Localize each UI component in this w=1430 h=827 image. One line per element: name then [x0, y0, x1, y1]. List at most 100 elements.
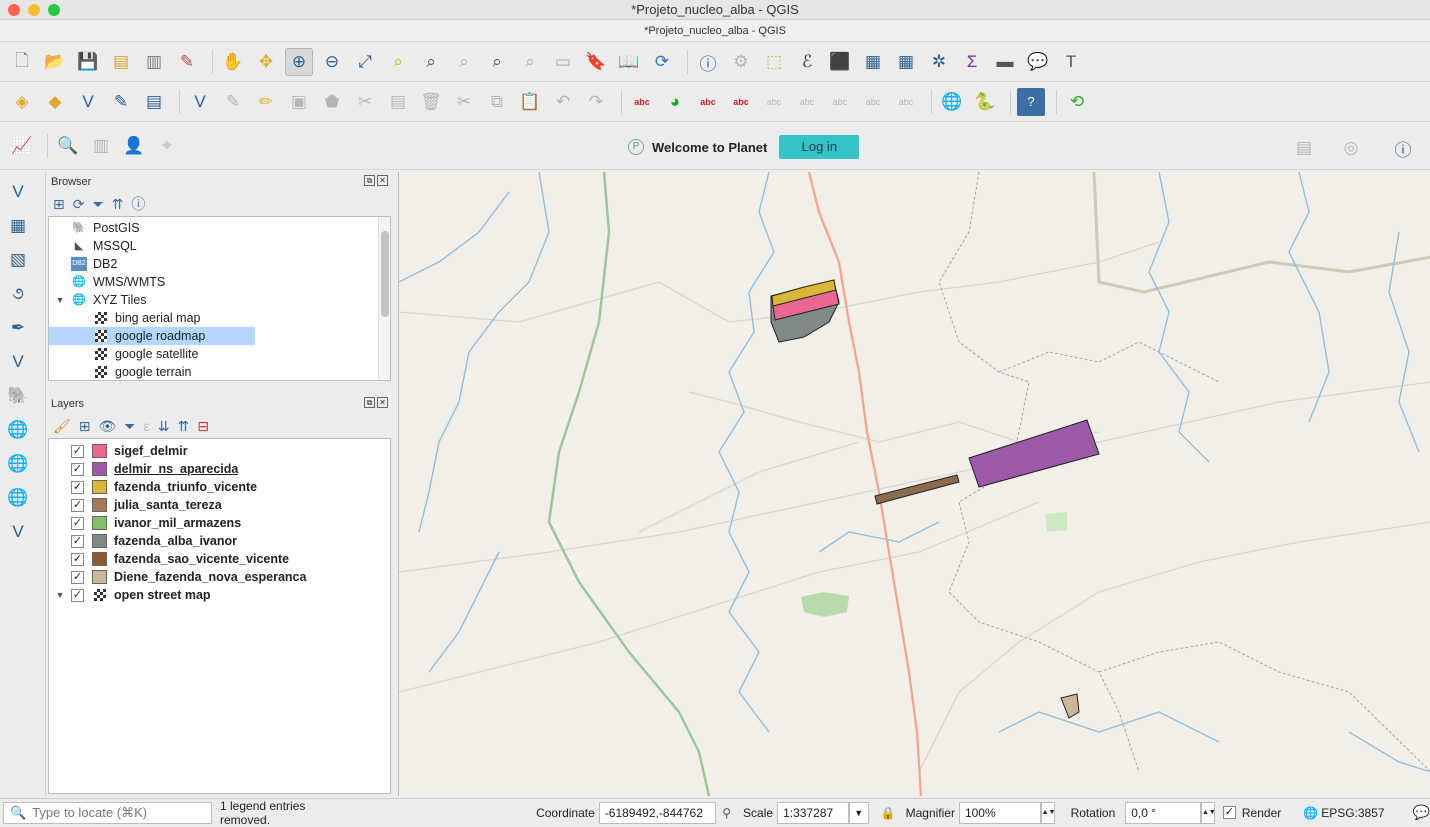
undo-icon[interactable]: ↶ [549, 88, 577, 116]
browser-item[interactable]: bing aerial map [49, 309, 390, 327]
cut-features-icon[interactable]: ✂ [450, 88, 478, 116]
select-features-icon[interactable]: ⬚ [760, 48, 788, 76]
add-raster-layer-icon[interactable]: ▦ [4, 212, 32, 240]
browser-item[interactable]: 🌐 WMS/WMTS [49, 273, 390, 291]
layer-symbol-swatch[interactable] [92, 462, 107, 476]
zoom-full-icon[interactable]: ⤢ [351, 48, 379, 76]
redo-icon[interactable]: ↷ [582, 88, 610, 116]
modify-attributes-icon[interactable]: ▤ [384, 88, 412, 116]
crs-button[interactable]: EPSG:3857 [1321, 806, 1384, 820]
browser-item[interactable]: ◣ MSSQL [49, 237, 390, 255]
toggle-labels-icon[interactable]: abc [727, 88, 755, 116]
expand-all-icon[interactable]: ⇊ [158, 418, 170, 435]
add-wms-layer-icon[interactable]: 🌐 [4, 416, 32, 444]
float-panel-icon[interactable]: ⧉ [364, 397, 375, 408]
collapse-all-icon[interactable]: ⇈ [112, 196, 124, 213]
layer-item[interactable]: ✓ sigef_delmir [49, 442, 390, 460]
new-print-layout-icon[interactable]: ▤ [107, 48, 135, 76]
locator-bar[interactable]: 🔍 Type to locate (⌘K) [3, 801, 212, 824]
layer-item[interactable]: ✓ fazenda_sao_vicente_vicente [49, 550, 390, 568]
layer-symbol-swatch[interactable] [92, 498, 107, 512]
copy-features-icon[interactable]: ⧉ [483, 88, 511, 116]
attribute-table-icon[interactable]: ▦ [859, 48, 887, 76]
new-project-icon[interactable]: 🗋 [8, 48, 36, 76]
change-label-icon[interactable]: abc [892, 88, 920, 116]
coordinate-field[interactable]: -6189492,-844762 [598, 801, 717, 824]
planet-status-icon[interactable]: ◎ [1337, 134, 1365, 162]
delete-selected-icon[interactable]: 🗑 [417, 88, 445, 116]
browser-item[interactable]: ▼ 🌐 XYZ Tiles [49, 291, 390, 309]
show-bookmarks-icon[interactable]: 📖 [615, 48, 643, 76]
browser-tree[interactable]: 🐘 PostGIS ◣ MSSQL DB2 DB2 🌐 WMS/WMTS ▼ 🌐 XYZ Tiles… [48, 216, 391, 381]
layers-tree[interactable]: ✓ sigef_delmir ✓ delmir_ns_aparecida ✓ fazend… [48, 438, 391, 794]
expand-arrow-icon[interactable]: ▼ [53, 291, 67, 309]
paste-features-icon[interactable]: 📋 [516, 88, 544, 116]
planet-user-icon[interactable]: 👤 [120, 132, 148, 160]
show-hide-labels-icon[interactable]: abc [793, 88, 821, 116]
lock-scale-icon[interactable]: 🔒 [881, 806, 896, 820]
magnifier-field[interactable]: 100% [958, 801, 1041, 824]
current-edits-icon[interactable]: ✎ [219, 88, 247, 116]
field-calculator-icon[interactable]: ▦ [892, 48, 920, 76]
render-checkbox[interactable]: ✓ [1222, 806, 1236, 819]
layer-visibility-checkbox[interactable]: ✓ [71, 516, 84, 530]
add-wcs-layer-icon[interactable]: 🌐 [4, 484, 32, 512]
layout-manager-icon[interactable]: ▥ [140, 48, 168, 76]
text-annotation-icon[interactable]: T [1057, 48, 1085, 76]
browser-item[interactable]: DB2 DB2 [49, 255, 390, 273]
open-project-icon[interactable]: 📂 [41, 48, 69, 76]
close-panel-icon[interactable]: ✕ [377, 175, 388, 186]
layer-item[interactable]: ✓ delmir_ns_aparecida [49, 460, 390, 478]
layer-symbol-swatch[interactable] [92, 570, 107, 584]
zoom-next-icon[interactable]: ⌕ [516, 48, 544, 76]
scale-field[interactable]: 1:337287 [777, 801, 849, 824]
planet-basemap-icon[interactable]: ▥ [87, 132, 115, 160]
properties-icon[interactable]: ⓘ [131, 194, 145, 214]
plugin-reloader-icon[interactable]: ⟲ [1063, 88, 1091, 116]
layer-symbol-swatch[interactable] [92, 516, 107, 530]
save-edits-icon[interactable]: ▣ [285, 88, 313, 116]
toggle-editing-icon[interactable]: ✏ [252, 88, 280, 116]
planet-inspector-icon[interactable]: ⌖ [153, 132, 181, 160]
planet-login-button[interactable]: Log in [779, 135, 860, 159]
browser-scrollbar[interactable] [378, 217, 390, 380]
add-wfs-layer-icon[interactable]: 🌐 [4, 450, 32, 478]
toggle-extents-icon[interactable]: ⚲ [722, 806, 731, 820]
zoom-last-icon[interactable]: ⌕ [483, 48, 511, 76]
highlight-pinned-labels-icon[interactable]: abc [694, 88, 722, 116]
map-canvas[interactable] [398, 172, 1430, 796]
save-project-icon[interactable]: 💾 [74, 48, 102, 76]
move-label-icon[interactable]: abc [826, 88, 854, 116]
rotate-label-icon[interactable]: abc [859, 88, 887, 116]
manage-visibility-icon[interactable]: 👁 [99, 418, 117, 435]
new-bookmark-icon[interactable]: 🔖 [582, 48, 610, 76]
layer-item[interactable]: ✓ fazenda_alba_ivanor [49, 532, 390, 550]
new-map-view-icon[interactable]: ▭ [549, 48, 577, 76]
browser-item[interactable]: 🐘 PostGIS [49, 219, 390, 237]
layer-symbol-swatch[interactable] [92, 534, 107, 548]
browser-item[interactable]: google roadmap [49, 327, 255, 345]
new-geopackage-layer-icon[interactable]: ◆ [41, 88, 69, 116]
layer-item[interactable]: ✓ ivanor_mil_armazens [49, 514, 390, 532]
label-toolbar-icon[interactable]: abc [628, 88, 656, 116]
zoom-in-icon[interactable]: ⊕ [285, 48, 313, 76]
info-icon[interactable]: ⓘ [1389, 134, 1417, 162]
map-tips-icon[interactable]: 💬 [1024, 48, 1052, 76]
run-action-icon[interactable]: ⚙ [727, 48, 755, 76]
layer-visibility-checkbox[interactable]: ✓ [71, 552, 84, 566]
zoom-out-icon[interactable]: ⊖ [318, 48, 346, 76]
data-source-manager-icon[interactable]: ◈ [8, 88, 36, 116]
add-spatialite-icon[interactable]: ✒ [4, 314, 32, 342]
refresh-browser-icon[interactable]: ⟳ [73, 196, 85, 213]
layer-symbol-swatch[interactable] [92, 480, 107, 494]
layer-visibility-checkbox[interactable]: ✓ [71, 534, 84, 548]
layer-visibility-checkbox[interactable]: ✓ [71, 570, 84, 584]
pan-to-selection-icon[interactable]: ✥ [252, 48, 280, 76]
select-by-expression-icon[interactable]: ℰ [793, 48, 821, 76]
processing-toolbox-icon[interactable]: ✲ [925, 48, 953, 76]
diagram-options-icon[interactable]: ◕ [661, 88, 689, 116]
deselect-all-icon[interactable]: ⬛ [826, 48, 854, 76]
rotation-field[interactable]: 0,0 ° [1125, 801, 1201, 824]
add-virtual-layer-icon[interactable]: V [4, 348, 32, 376]
pin-label-icon[interactable]: abc [760, 88, 788, 116]
